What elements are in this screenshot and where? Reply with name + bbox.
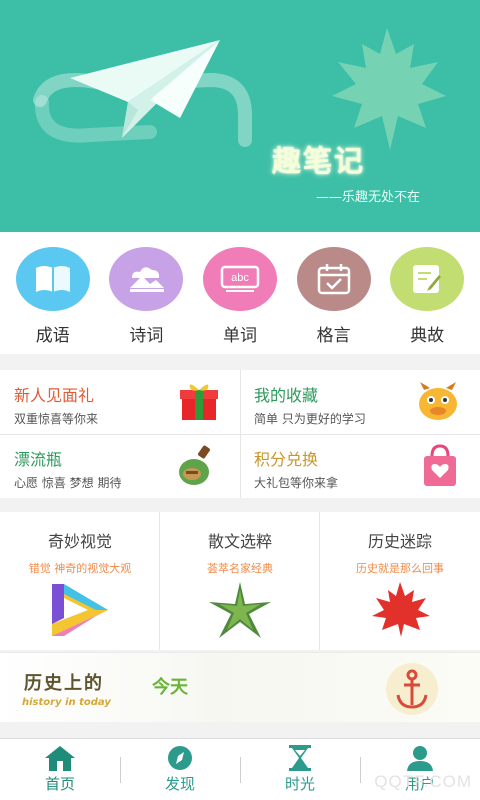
bottle-icon [179, 445, 210, 485]
category-idiom-circle [15, 247, 90, 311]
category-word[interactable]: abc 单词 [195, 232, 285, 354]
promo-subtitle: 简单 只为更好的学习 [254, 412, 366, 426]
category-poetry[interactable]: 诗词 [101, 232, 191, 354]
promo-subtitle: 心愿 惊喜 梦想 期待 [14, 476, 122, 490]
app-title: 趣笔记 [272, 144, 366, 178]
anchor-icon [386, 663, 438, 715]
category-allusion[interactable]: 典故 [382, 232, 472, 354]
svg-text:abc: abc [231, 272, 249, 284]
home-icon [45, 746, 75, 771]
feature-prose-selection[interactable]: 散文选粹 荟萃名家经典 [160, 512, 320, 650]
feature-history-mystery[interactable]: 历史迷踪 历史就是那么回事 [320, 512, 480, 650]
category-label: 诗词 [129, 326, 164, 346]
category-word-circle: abc [202, 247, 277, 311]
promo-drift-bottle[interactable]: 漂流瓶 心愿 惊喜 梦想 期待 [0, 434, 240, 498]
calendar-check-icon [317, 264, 350, 295]
history-today-banner[interactable]: 历史上的 history in today 今天 [0, 652, 480, 722]
category-label: 格言 [316, 326, 351, 346]
book-icon [35, 266, 70, 292]
history-title: 历史上的 [24, 673, 104, 694]
user-icon [407, 746, 433, 771]
history-highlight: 今天 [152, 677, 188, 698]
abc-icon: abc [220, 265, 260, 292]
nav-home[interactable]: 首页 [0, 739, 120, 800]
gift-icon [180, 384, 218, 420]
history-subtitle: history in today [22, 697, 111, 708]
promo-newcomer-gift[interactable]: 新人见面礼 双重惊喜等你来 [0, 370, 240, 434]
feature-title: 散文选粹 [207, 532, 272, 551]
promo-subtitle: 大礼包等你来拿 [254, 476, 339, 490]
feature-row: 奇妙视觉 错觉 神奇的视觉大观 散文选粹 荟萃名家经典 历史迷踪 历史就是那么回… [0, 512, 480, 650]
promo-points-exchange[interactable]: 积分兑换 大礼包等你来拿 [240, 434, 480, 498]
feature-subtitle: 荟萃名家经典 [207, 562, 273, 575]
promo-title: 漂流瓶 [14, 450, 63, 469]
category-motto-circle [296, 247, 371, 311]
watermark: QQTF.COM [374, 772, 472, 791]
promo-my-collection[interactable]: 我的收藏 简单 只为更好的学习 [240, 370, 480, 434]
hourglass-icon [289, 745, 311, 771]
promo-grid: 新人见面礼 双重惊喜等你来 我的收藏 简单 只为更好的学习 漂流瓶 心愿 惊喜 … [0, 370, 480, 498]
app-slogan: ——乐趣无处不在 [316, 190, 421, 205]
note-edit-icon [413, 265, 442, 293]
category-label: 单词 [222, 326, 257, 346]
starfish-icon [209, 582, 271, 638]
feature-visual-wonder[interactable]: 奇妙视觉 错觉 神奇的视觉大观 [0, 512, 160, 650]
category-allusion-circle [390, 247, 465, 311]
category-motto[interactable]: 格言 [289, 232, 379, 354]
nav-label: 首页 [44, 775, 75, 793]
paper-plane-icon [70, 40, 220, 138]
compass-icon [168, 746, 192, 770]
promo-title: 积分兑换 [254, 450, 319, 469]
maple-leaf-icon [332, 28, 446, 150]
mountain-cloud-icon [130, 267, 165, 292]
feature-subtitle: 错觉 神奇的视觉大观 [28, 562, 132, 575]
nav-label: 发现 [164, 775, 195, 793]
category-idiom[interactable]: 成语 [8, 232, 98, 354]
feature-subtitle: 历史就是那么回事 [356, 562, 444, 575]
feature-title: 历史迷踪 [367, 532, 432, 551]
top-banner[interactable]: 趣笔记 ——乐趣无处不在 [0, 0, 480, 232]
promo-subtitle: 双重惊喜等你来 [14, 412, 99, 426]
nav-discover[interactable]: 发现 [120, 739, 240, 800]
nav-time[interactable]: 时光 [240, 739, 360, 800]
nav-label: 时光 [284, 775, 315, 793]
cartoon-face-icon [419, 382, 457, 420]
impossible-triangle-icon [52, 584, 108, 636]
promo-title: 我的收藏 [254, 386, 319, 405]
shopping-bag-icon [424, 444, 456, 486]
category-label: 成语 [35, 326, 70, 346]
category-label: 典故 [410, 326, 445, 346]
category-row: 成语 诗词 abc 单词 格言 典故 [0, 232, 480, 354]
category-poetry-circle [109, 247, 184, 311]
maple-leaf-icon [372, 582, 430, 637]
feature-title: 奇妙视觉 [47, 532, 112, 551]
promo-title: 新人见面礼 [14, 386, 95, 405]
